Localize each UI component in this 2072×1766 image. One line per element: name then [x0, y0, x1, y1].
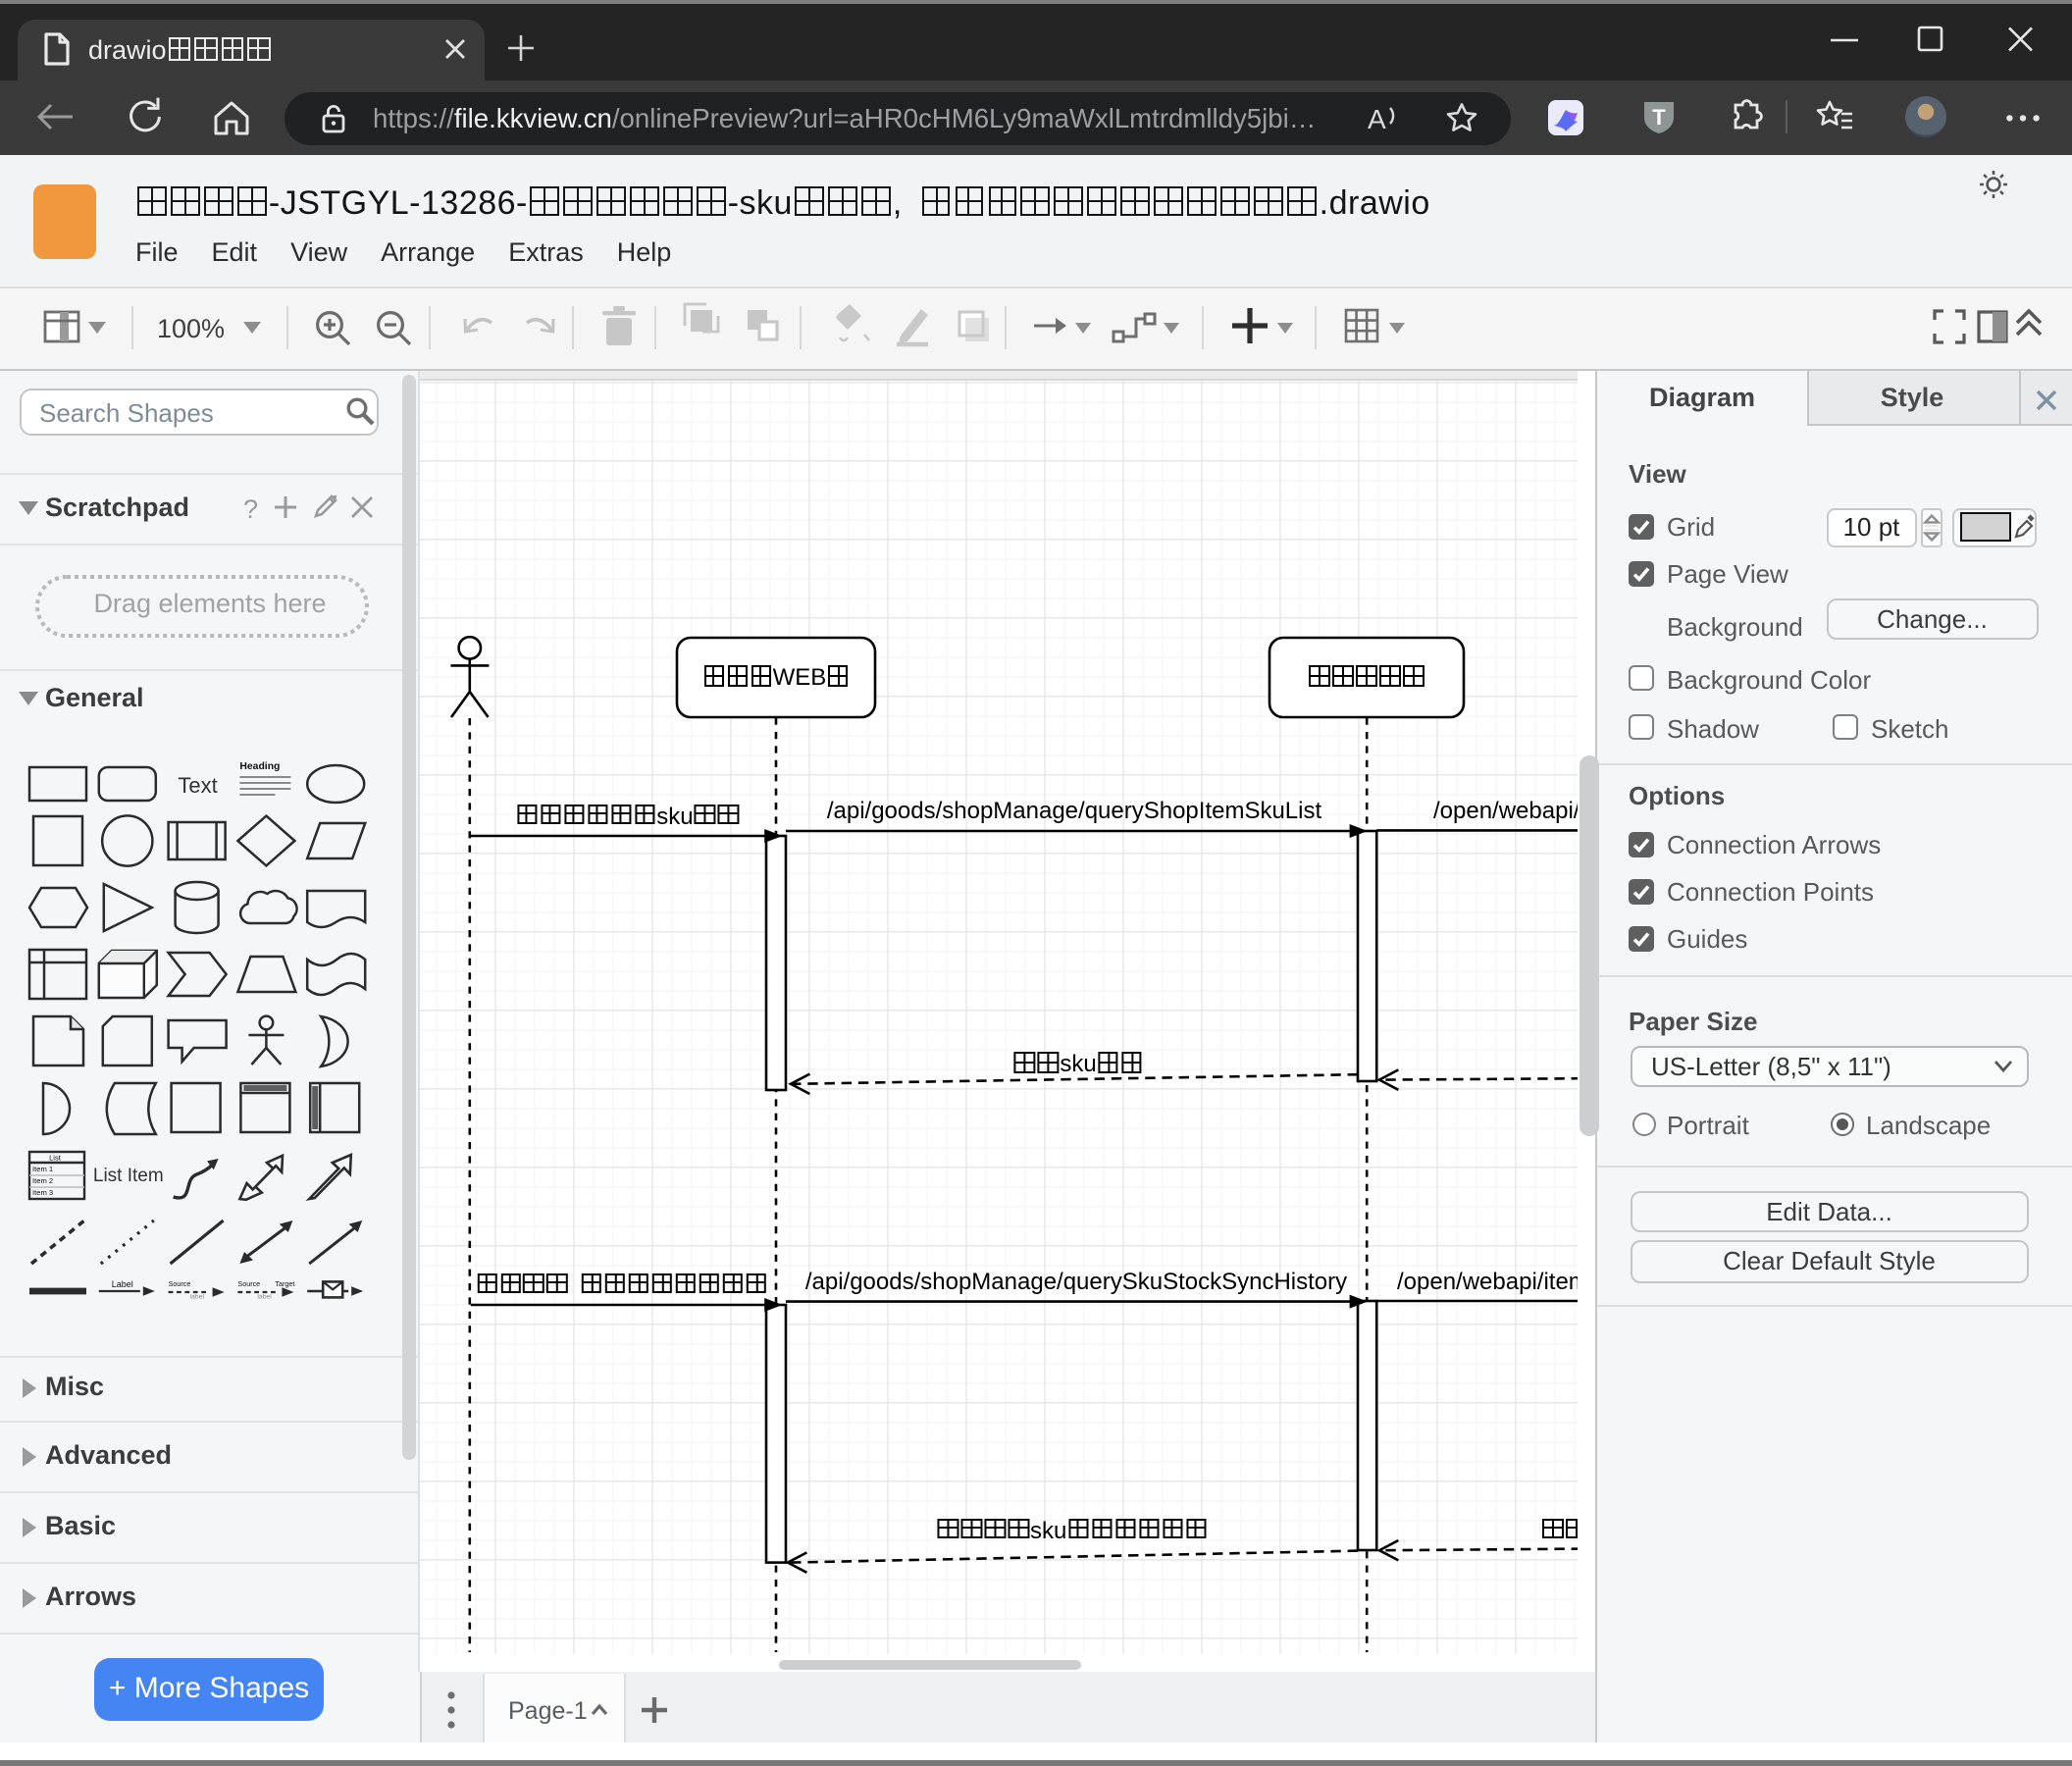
svg-text:Source: Source: [169, 1279, 191, 1288]
svg-text:List Item: List Item: [93, 1166, 164, 1186]
svg-text:Target: Target: [275, 1279, 294, 1288]
svg-text:Item 2: Item 2: [32, 1176, 53, 1185]
svg-text:T: T: [1652, 105, 1666, 130]
svg-text:Source: Source: [237, 1279, 260, 1288]
svg-text:List: List: [49, 1153, 62, 1162]
svg-text:Item 1: Item 1: [32, 1165, 53, 1173]
svg-text:Label: Label: [112, 1279, 133, 1289]
svg-text:A: A: [1368, 104, 1386, 134]
svg-text:Heading: Heading: [239, 761, 280, 772]
svg-text:Item 3: Item 3: [32, 1188, 53, 1197]
svg-text:label: label: [190, 1294, 205, 1301]
svg-text:Text: Text: [178, 773, 217, 798]
svg-text:100%: 100%: [157, 314, 225, 343]
svg-text:label: label: [257, 1294, 272, 1301]
